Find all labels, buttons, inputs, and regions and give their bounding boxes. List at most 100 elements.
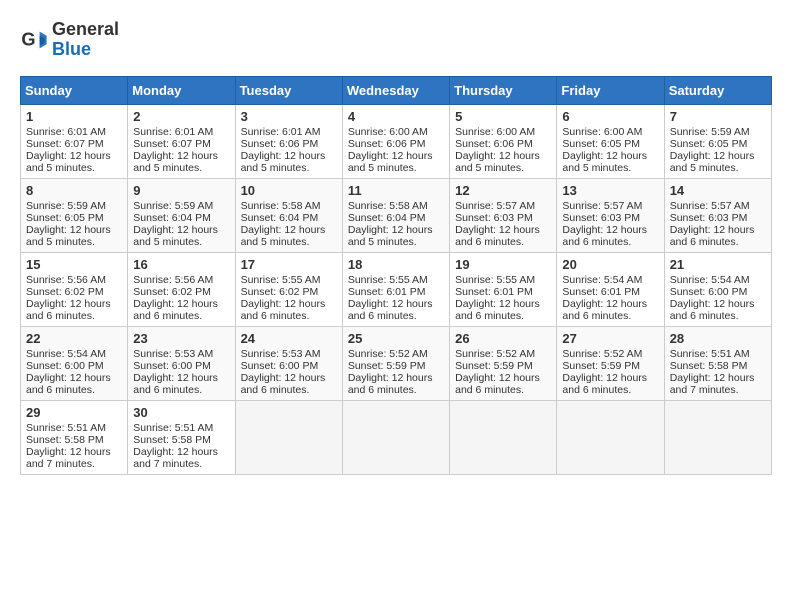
header-saturday: Saturday	[664, 76, 771, 104]
sunset-label: Sunset: 6:06 PM	[241, 138, 319, 150]
daylight-label: Daylight: 12 hours and 5 minutes.	[133, 150, 218, 174]
day-number: 3	[241, 109, 337, 124]
day-number: 8	[26, 183, 122, 198]
week-row-3: 22Sunrise: 5:54 AMSunset: 6:00 PMDayligh…	[21, 326, 772, 400]
day-number: 2	[133, 109, 229, 124]
sunset-label: Sunset: 6:01 PM	[455, 286, 533, 298]
day-number: 20	[562, 257, 658, 272]
day-number: 21	[670, 257, 766, 272]
sunset-label: Sunset: 6:03 PM	[455, 212, 533, 224]
sunrise-label: Sunrise: 5:52 AM	[562, 348, 642, 360]
logo-icon: G	[20, 26, 48, 54]
sunset-label: Sunset: 6:04 PM	[348, 212, 426, 224]
sunset-label: Sunset: 6:03 PM	[562, 212, 640, 224]
calendar-cell: 2 Sunrise: 6:01 AMSunset: 6:07 PMDaylight…	[128, 104, 235, 178]
calendar-cell: 8 Sunrise: 5:59 AMSunset: 6:05 PMDaylight…	[21, 178, 128, 252]
calendar-cell: 23Sunrise: 5:53 AMSunset: 6:00 PMDayligh…	[128, 326, 235, 400]
day-number: 15	[26, 257, 122, 272]
sunset-label: Sunset: 6:01 PM	[348, 286, 426, 298]
sunset-label: Sunset: 6:02 PM	[26, 286, 104, 298]
sunset-label: Sunset: 6:01 PM	[562, 286, 640, 298]
day-number: 1	[26, 109, 122, 124]
sunrise-label: Sunrise: 5:57 AM	[670, 200, 750, 212]
calendar-cell: 26Sunrise: 5:52 AMSunset: 5:59 PMDayligh…	[450, 326, 557, 400]
daylight-label: Daylight: 12 hours and 5 minutes.	[562, 150, 647, 174]
daylight-label: Daylight: 12 hours and 6 minutes.	[455, 298, 540, 322]
daylight-label: Daylight: 12 hours and 5 minutes.	[348, 224, 433, 248]
calendar-cell	[664, 400, 771, 474]
calendar-cell: 13Sunrise: 5:57 AMSunset: 6:03 PMDayligh…	[557, 178, 664, 252]
daylight-label: Daylight: 12 hours and 6 minutes.	[133, 372, 218, 396]
sunset-label: Sunset: 6:05 PM	[670, 138, 748, 150]
sunset-label: Sunset: 5:59 PM	[455, 360, 533, 372]
day-number: 16	[133, 257, 229, 272]
calendar-cell: 16Sunrise: 5:56 AMSunset: 6:02 PMDayligh…	[128, 252, 235, 326]
sunrise-label: Sunrise: 6:00 AM	[455, 126, 535, 138]
sunset-label: Sunset: 6:07 PM	[26, 138, 104, 150]
sunset-label: Sunset: 6:05 PM	[562, 138, 640, 150]
sunrise-label: Sunrise: 5:59 AM	[670, 126, 750, 138]
day-number: 28	[670, 331, 766, 346]
sunrise-label: Sunrise: 5:59 AM	[26, 200, 106, 212]
logo-text: General Blue	[52, 20, 119, 60]
sunrise-label: Sunrise: 5:52 AM	[455, 348, 535, 360]
header-tuesday: Tuesday	[235, 76, 342, 104]
daylight-label: Daylight: 12 hours and 6 minutes.	[241, 298, 326, 322]
header-row: SundayMondayTuesdayWednesdayThursdayFrid…	[21, 76, 772, 104]
day-number: 22	[26, 331, 122, 346]
day-number: 10	[241, 183, 337, 198]
daylight-label: Daylight: 12 hours and 6 minutes.	[133, 298, 218, 322]
sunset-label: Sunset: 5:59 PM	[562, 360, 640, 372]
sunset-label: Sunset: 6:00 PM	[26, 360, 104, 372]
daylight-label: Daylight: 12 hours and 6 minutes.	[562, 298, 647, 322]
sunrise-label: Sunrise: 5:51 AM	[26, 422, 106, 434]
daylight-label: Daylight: 12 hours and 5 minutes.	[670, 150, 755, 174]
sunrise-label: Sunrise: 5:55 AM	[241, 274, 321, 286]
daylight-label: Daylight: 12 hours and 5 minutes.	[241, 224, 326, 248]
calendar-cell: 27Sunrise: 5:52 AMSunset: 5:59 PMDayligh…	[557, 326, 664, 400]
sunrise-label: Sunrise: 5:59 AM	[133, 200, 213, 212]
day-number: 27	[562, 331, 658, 346]
sunset-label: Sunset: 6:04 PM	[241, 212, 319, 224]
sunset-label: Sunset: 5:58 PM	[133, 434, 211, 446]
sunset-label: Sunset: 6:05 PM	[26, 212, 104, 224]
sunrise-label: Sunrise: 5:56 AM	[133, 274, 213, 286]
day-number: 30	[133, 405, 229, 420]
calendar-cell: 5Sunrise: 6:00 AMSunset: 6:06 PMDaylight…	[450, 104, 557, 178]
daylight-label: Daylight: 12 hours and 6 minutes.	[348, 372, 433, 396]
day-number: 26	[455, 331, 551, 346]
sunset-label: Sunset: 6:04 PM	[133, 212, 211, 224]
sunrise-label: Sunrise: 5:54 AM	[26, 348, 106, 360]
calendar-cell: 9Sunrise: 5:59 AMSunset: 6:04 PMDaylight…	[128, 178, 235, 252]
daylight-label: Daylight: 12 hours and 5 minutes.	[26, 150, 111, 174]
day-number: 29	[26, 405, 122, 420]
sunrise-label: Sunrise: 6:01 AM	[133, 126, 213, 138]
calendar-cell: 19Sunrise: 5:55 AMSunset: 6:01 PMDayligh…	[450, 252, 557, 326]
sunset-label: Sunset: 5:58 PM	[26, 434, 104, 446]
sunset-label: Sunset: 6:07 PM	[133, 138, 211, 150]
calendar-cell: 20Sunrise: 5:54 AMSunset: 6:01 PMDayligh…	[557, 252, 664, 326]
daylight-label: Daylight: 12 hours and 7 minutes.	[670, 372, 755, 396]
sunrise-label: Sunrise: 6:01 AM	[26, 126, 106, 138]
day-number: 24	[241, 331, 337, 346]
logo: G General Blue	[20, 20, 119, 60]
week-row-0: 1Sunrise: 6:01 AMSunset: 6:07 PMDaylight…	[21, 104, 772, 178]
sunset-label: Sunset: 6:02 PM	[241, 286, 319, 298]
day-number: 23	[133, 331, 229, 346]
daylight-label: Daylight: 12 hours and 5 minutes.	[26, 224, 111, 248]
sunrise-label: Sunrise: 5:51 AM	[133, 422, 213, 434]
day-number: 13	[562, 183, 658, 198]
day-number: 6	[562, 109, 658, 124]
daylight-label: Daylight: 12 hours and 7 minutes.	[133, 446, 218, 470]
day-number: 5	[455, 109, 551, 124]
daylight-label: Daylight: 12 hours and 6 minutes.	[26, 372, 111, 396]
sunrise-label: Sunrise: 5:58 AM	[348, 200, 428, 212]
sunrise-label: Sunrise: 5:57 AM	[455, 200, 535, 212]
calendar-cell	[557, 400, 664, 474]
header-monday: Monday	[128, 76, 235, 104]
daylight-label: Daylight: 12 hours and 5 minutes.	[133, 224, 218, 248]
week-row-4: 29Sunrise: 5:51 AMSunset: 5:58 PMDayligh…	[21, 400, 772, 474]
calendar-cell: 6Sunrise: 6:00 AMSunset: 6:05 PMDaylight…	[557, 104, 664, 178]
calendar-cell	[450, 400, 557, 474]
calendar-cell: 4Sunrise: 6:00 AMSunset: 6:06 PMDaylight…	[342, 104, 449, 178]
